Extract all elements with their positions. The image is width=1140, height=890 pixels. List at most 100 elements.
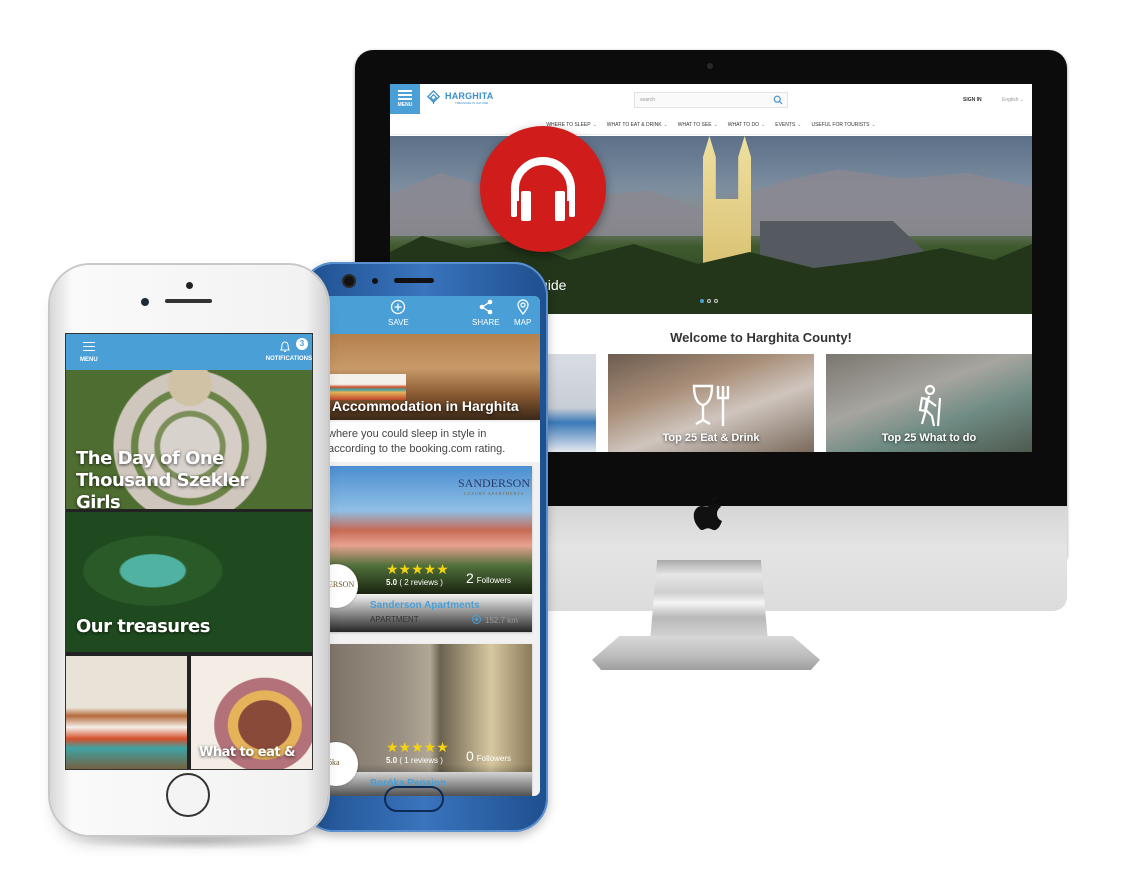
android-toolbar: SAVE SHARE MAP <box>326 296 540 334</box>
nav-what-to-see[interactable]: WHAT TO SEE ⌄ <box>678 122 718 128</box>
review-count: ( 2 reviews ) <box>399 578 443 587</box>
map-pin-icon <box>517 299 529 315</box>
share-button[interactable]: SHARE <box>472 299 500 327</box>
hero-title: Accommodation in Harghita <box>332 398 519 414</box>
nav-label: USEFUL FOR TOURISTS <box>811 121 870 128</box>
brand-name: HARGHITA <box>445 90 494 101</box>
iphone-home-button[interactable] <box>166 773 210 817</box>
tile-what-to-do[interactable]: Top 25 What to do <box>826 354 1032 452</box>
product-mockup: MENU HARGHITA TREASURE IN NATURE search <box>0 0 1140 890</box>
tile-szekler-girls[interactable]: The Day of One Thousand Szekler Girls <box>66 370 312 509</box>
tile-what-to-eat[interactable]: What to eat & <box>191 656 312 769</box>
imac-camera <box>707 63 713 69</box>
chevron-down-icon: ⌄ <box>1019 97 1024 103</box>
nav-what-to-do[interactable]: WHAT TO DO ⌄ <box>728 122 766 128</box>
logo-text: óka <box>328 758 340 767</box>
hiker-icon <box>918 384 942 427</box>
chevron-down-icon: ⌄ <box>797 121 802 128</box>
audio-guide-badge[interactable] <box>480 126 606 252</box>
tile-accommodation[interactable] <box>66 656 187 769</box>
listing-name[interactable]: Sanderson Apartments <box>370 600 480 611</box>
android-sensor <box>372 278 378 284</box>
language-select[interactable]: English ⌄ <box>1002 97 1024 103</box>
nav-label: WHAT TO SEE <box>677 121 712 128</box>
imac-stand <box>592 560 820 670</box>
search-input[interactable]: search <box>634 92 788 108</box>
listing-distance: 152.7 km <box>472 615 518 625</box>
map-label: MAP <box>514 318 532 327</box>
slider-dots <box>700 299 718 303</box>
nav-useful-for-tourists[interactable]: USEFUL FOR TOURISTS ⌄ <box>811 122 875 128</box>
followers: 0 Followers <box>466 748 511 764</box>
tile-eat-drink[interactable]: Top 25 Eat & Drink <box>608 354 814 452</box>
nav-events[interactable]: EVENTS ⌄ <box>775 122 801 128</box>
listing-brand-logo: SANDERSON LUXURY APARTMENTS <box>458 476 530 496</box>
menu-button[interactable]: MENU <box>80 342 98 363</box>
slider-dot[interactable] <box>707 299 711 303</box>
menu-button[interactable]: MENU <box>390 84 420 114</box>
star-rating: ★★★★★ <box>386 739 449 755</box>
hamburger-icon <box>82 342 95 351</box>
harghita-leaf-icon <box>426 90 441 105</box>
iphone-sensor <box>186 282 193 289</box>
android-app-screen: SAVE SHARE MAP Accommodation in Harghita… <box>326 296 540 796</box>
tile-our-treasures[interactable]: Our treasures <box>66 512 312 652</box>
listing-card[interactable]: SANDERSON LUXURY APARTMENTS ★★★★★ 5.0 ( 2… <box>328 466 532 632</box>
star-rating: ★★★★★ <box>386 561 449 577</box>
followers-label: Followers <box>476 754 512 763</box>
notifications-button[interactable]: 3 NOTIFICATIONS <box>265 338 312 362</box>
review-count: ( 1 reviews ) <box>399 756 443 765</box>
rating-value: 5.0 <box>386 578 398 587</box>
rating-value: 5.0 <box>386 756 398 765</box>
chevron-down-icon: ⌄ <box>871 121 876 128</box>
android-phone: SAVE SHARE MAP Accommodation in Harghita… <box>300 262 548 832</box>
main-nav: WHERE TO SLEEP ⌄ WHAT TO EAT & DRINK ⌄ WHA… <box>390 115 1032 135</box>
chevron-down-icon: ⌄ <box>663 121 668 128</box>
share-icon <box>479 299 493 315</box>
tile-caption: The Day of One Thousand Szekler Girls <box>76 448 248 509</box>
navigation-icon <box>472 615 481 624</box>
hamburger-icon <box>398 90 412 100</box>
listing-type: APARTMENT <box>370 615 419 624</box>
site-logo[interactable]: HARGHITA TREASURE IN NATURE <box>426 90 493 105</box>
sign-in-link[interactable]: SIGN IN <box>963 97 982 103</box>
menu-label: MENU <box>80 357 98 363</box>
photo-shade <box>328 592 532 632</box>
listing-card[interactable]: ★★★★★ 5.0 ( 1 reviews ) 0 Followers óka B… <box>328 644 532 796</box>
tile-label: Top 25 What to do <box>881 432 977 444</box>
slider-dot[interactable] <box>700 299 704 303</box>
distance-value: 152.7 km <box>485 616 518 625</box>
tile-where-to-sleep[interactable] <box>540 354 596 452</box>
search-icon[interactable] <box>773 95 783 105</box>
apple-logo-icon <box>693 496 722 531</box>
iphone-app-header: MENU 3 NOTIFICATIONS <box>66 334 312 370</box>
tile-caption: What to eat & <box>199 745 295 760</box>
language-value: English <box>1002 97 1019 103</box>
iphone-app-screen: MENU 3 NOTIFICATIONS The Day of One Thou… <box>65 333 313 770</box>
save-label: SAVE <box>388 318 409 327</box>
brand-logo-sub: LUXURY APARTMENTS <box>463 491 525 496</box>
save-button[interactable]: SAVE <box>388 299 409 327</box>
description-line: according to the booking.com rating. <box>328 443 506 455</box>
share-label: SHARE <box>472 318 500 327</box>
android-home-button[interactable] <box>384 786 444 812</box>
iphone-camera <box>141 298 149 306</box>
map-button[interactable]: MAP <box>514 299 531 327</box>
nav-what-to-eat-drink[interactable]: WHAT TO EAT & DRINK ⌄ <box>607 122 668 128</box>
slider-dot[interactable] <box>714 299 718 303</box>
glass-fork-icon <box>692 384 730 426</box>
nav-label: EVENTS <box>775 121 796 128</box>
plus-circle-icon <box>391 299 406 315</box>
rating-text: 5.0 ( 2 reviews ) <box>386 578 443 587</box>
headphones-icon <box>511 157 575 221</box>
iphone-device: MENU 3 NOTIFICATIONS The Day of One Thou… <box>50 265 328 835</box>
nav-label: WHAT TO DO <box>727 121 760 128</box>
menu-label: MENU <box>397 102 413 108</box>
notifications-label: NOTIFICATIONS <box>265 356 312 362</box>
hero-bed <box>326 374 406 400</box>
chevron-down-icon: ⌄ <box>761 121 766 128</box>
tile-caption: Our treasures <box>76 616 210 637</box>
rating-text: 5.0 ( 1 reviews ) <box>386 756 443 765</box>
accommodation-hero: Accommodation in Harghita <box>326 334 540 420</box>
android-speaker <box>394 278 434 283</box>
